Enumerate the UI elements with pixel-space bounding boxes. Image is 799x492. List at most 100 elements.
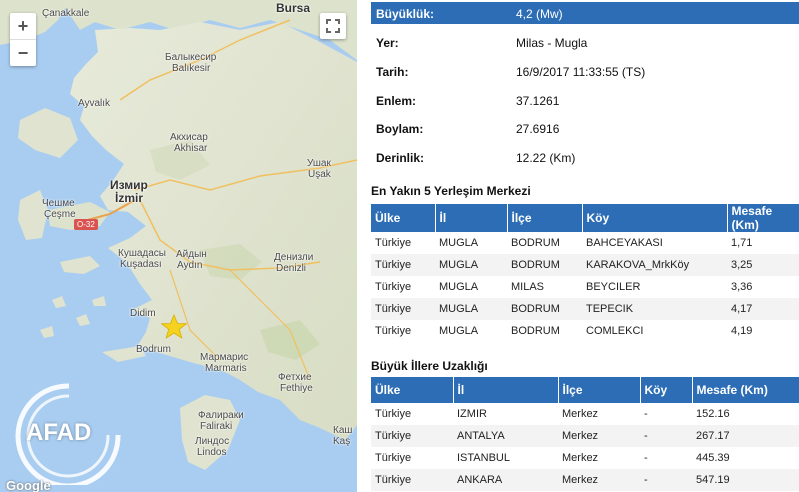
map-label-fethiye: Fethiye bbox=[280, 383, 313, 394]
table-cell: BODRUM bbox=[507, 254, 582, 276]
table-cell: 547.19 bbox=[692, 469, 799, 491]
latitude-row: Enlem: 37.1261 bbox=[371, 89, 799, 111]
map[interactable]: + − O-32 Çanakkale Bursa Балыкесир Balık… bbox=[0, 0, 357, 492]
location-value: Milas - Mugla bbox=[516, 36, 588, 50]
table-row: Türkiye IZMIR Merkez - 152.16 bbox=[371, 403, 799, 425]
depth-row: Derinlik: 12.22 (Km) bbox=[371, 146, 799, 168]
table-cell: ISTANBUL bbox=[457, 452, 510, 464]
nearest-settlements-title: En Yakın 5 Yerleşim Merkezi bbox=[371, 184, 531, 198]
table-cell: IZMIR bbox=[457, 408, 487, 420]
map-label-marmaris: Marmaris bbox=[205, 363, 247, 374]
map-label-izmir: İzmir bbox=[115, 191, 144, 205]
column-header: İl bbox=[435, 204, 508, 232]
table-cell: MUGLA bbox=[435, 254, 507, 276]
location-label: Yer: bbox=[376, 36, 399, 50]
column-header: İl bbox=[453, 377, 559, 403]
table-cell: MUGLA bbox=[439, 237, 479, 249]
map-label-bursa: Bursa bbox=[276, 1, 311, 15]
date-label: Tarih: bbox=[376, 65, 409, 79]
column-header: Köy bbox=[640, 377, 693, 403]
map-label-faliraki-cyr: Фалираки bbox=[198, 410, 244, 421]
zoom-control: + − bbox=[10, 13, 36, 66]
map-label-cesme: Çeşme bbox=[44, 209, 76, 220]
longitude-value: 27.6916 bbox=[516, 122, 560, 136]
table-row: Türkiye MUGLA BODRUM TEPECIK 4,17 bbox=[371, 298, 799, 320]
table-cell: 3,36 bbox=[731, 281, 753, 293]
date-value: 16/9/2017 11:33:55 (TS) bbox=[516, 65, 646, 79]
table-cell: Merkez bbox=[562, 408, 599, 420]
nearest-settlements-table: Ülke İl İlçe Köy Mesafe (Km) Türkiye MUG… bbox=[371, 204, 799, 342]
location-row: Yer: Milas - Mugla bbox=[371, 31, 799, 53]
table-cell: Türkiye bbox=[375, 325, 412, 337]
map-label-bodrum: Bodrum bbox=[136, 344, 172, 355]
map-label-lindos-cyr: Линдос bbox=[195, 436, 230, 447]
map-label-usak-cyr: Ушак bbox=[307, 158, 331, 169]
latitude-label: Enlem: bbox=[376, 94, 417, 108]
table-row: Türkiye MUGLA BODRUM BAHCEYAKASI 1,71 bbox=[371, 232, 799, 254]
magnitude-row: Büyüklük: 4,2 (Mw) bbox=[371, 2, 799, 24]
epicenter-star-icon[interactable] bbox=[161, 314, 187, 340]
table-cell: Türkiye bbox=[371, 254, 435, 276]
map-label-akhisar: Akhisar bbox=[174, 143, 208, 154]
map-label-lindos: Lindos bbox=[197, 447, 227, 458]
table-header-row: Ülke İl İlçe Köy Mesafe (Km) bbox=[371, 204, 799, 232]
table-cell: MUGLA bbox=[435, 298, 507, 320]
map-label-ayvalik: Ayvalık bbox=[78, 98, 111, 109]
fullscreen-button[interactable] bbox=[320, 13, 346, 39]
table-row: Türkiye ANKARA Merkez - 547.19 bbox=[371, 469, 799, 491]
map-label-balikesir-cyr: Балыкесир bbox=[165, 52, 217, 63]
map-label-fethiye-cyr: Фетхие bbox=[278, 372, 312, 383]
table-cell: ANKARA bbox=[453, 469, 558, 491]
table-cell: - bbox=[644, 452, 648, 464]
table-cell: Merkez bbox=[558, 469, 640, 491]
afad-logo-text: AFAD bbox=[26, 419, 92, 446]
latitude-value: 37.1261 bbox=[516, 94, 560, 108]
table-cell: 1,71 bbox=[731, 237, 753, 249]
map-label-marmaris-cyr: Мармарис bbox=[200, 352, 249, 363]
table-row: Türkiye ISTANBUL Merkez - 445.39 bbox=[371, 447, 799, 469]
map-label-faliraki: Faliraki bbox=[200, 421, 233, 432]
map-label-izmir-cyr: Измир bbox=[110, 178, 148, 192]
table-cell: 4,17 bbox=[727, 298, 799, 320]
zoom-out-button[interactable]: − bbox=[10, 39, 36, 66]
table-row: Türkiye MUGLA MILAS BEYCILER 3,36 bbox=[371, 276, 799, 298]
table-cell: - bbox=[640, 425, 692, 447]
table-cell: Türkiye bbox=[375, 452, 412, 464]
table-cell: Merkez bbox=[558, 425, 640, 447]
table-cell: BAHCEYAKASI bbox=[586, 237, 663, 249]
table-cell: 4,19 bbox=[731, 325, 753, 337]
map-label-didim: Didim bbox=[130, 308, 156, 319]
depth-value: 12.22 (Km) bbox=[516, 151, 576, 165]
table-cell: BODRUM bbox=[507, 298, 582, 320]
table-cell: 3,25 bbox=[727, 254, 799, 276]
table-row: Türkiye ANTALYA Merkez - 267.17 bbox=[371, 425, 799, 447]
table-cell: Türkiye bbox=[371, 469, 453, 491]
table-cell: COMLEKCI bbox=[586, 325, 644, 337]
map-label-kas: Kaş bbox=[333, 436, 351, 447]
table-cell: ANTALYA bbox=[453, 425, 558, 447]
earthquake-info-panel: Büyüklük: 4,2 (Mw) Yer: Milas - Mugla Ta… bbox=[367, 0, 799, 492]
table-cell: Türkiye bbox=[371, 425, 453, 447]
table-cell: TEPECIK bbox=[582, 298, 727, 320]
column-header: Mesafe (Km) bbox=[692, 377, 799, 403]
magnitude-value: 4,2 (Mw) bbox=[516, 7, 563, 21]
table-cell: 267.17 bbox=[692, 425, 799, 447]
table-cell: BEYCILER bbox=[586, 281, 641, 293]
map-label-cesme-cyr: Чешме bbox=[42, 198, 75, 209]
table-cell: Türkiye bbox=[371, 298, 435, 320]
column-header: Mesafe (Km) bbox=[727, 204, 799, 232]
longitude-label: Boylam: bbox=[376, 122, 424, 136]
zoom-in-button[interactable]: + bbox=[10, 13, 36, 39]
magnitude-label: Büyüklük: bbox=[376, 7, 435, 21]
table-cell: Türkiye bbox=[375, 281, 412, 293]
table-header-row: Ülke İl İlçe Köy Mesafe (Km) bbox=[371, 377, 799, 403]
map-label-kusadasi-cyr: Кушадасы bbox=[118, 248, 166, 259]
table-cell: - bbox=[640, 469, 692, 491]
column-header: İlçe bbox=[507, 204, 583, 232]
map-label-canakkale: Çanakkale bbox=[42, 8, 90, 19]
table-cell: Türkiye bbox=[375, 408, 412, 420]
column-header: Ülke bbox=[371, 377, 454, 403]
map-label-akhisar-cyr: Акхисар bbox=[170, 132, 208, 143]
date-row: Tarih: 16/9/2017 11:33:55 (TS) bbox=[371, 60, 799, 82]
table-cell: - bbox=[644, 408, 648, 420]
